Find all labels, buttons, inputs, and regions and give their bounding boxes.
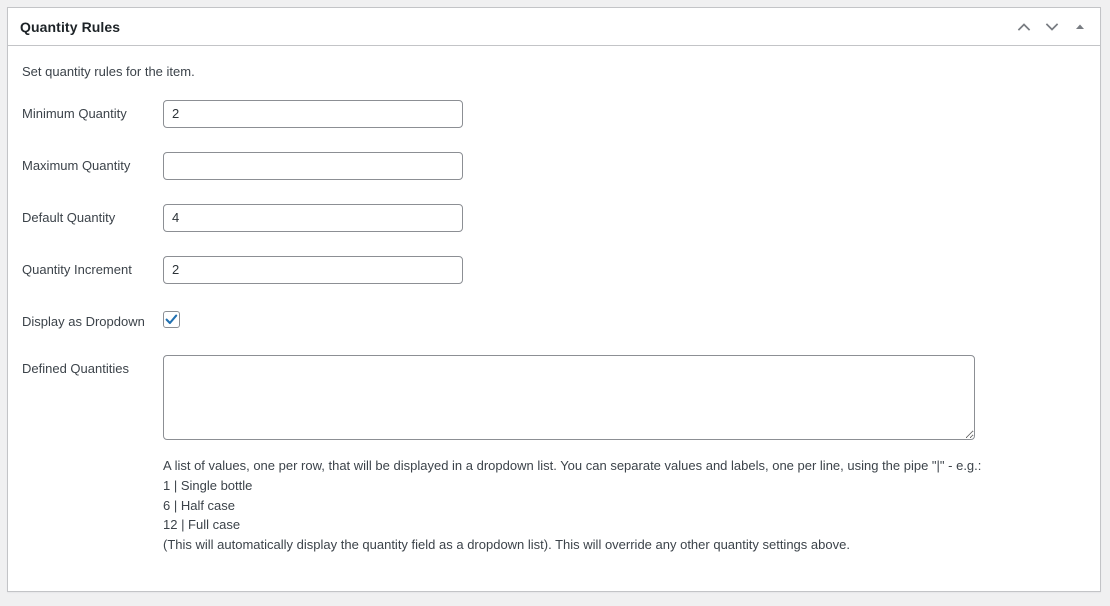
quantity-rules-panel: Quantity Rules Set quantity rules for th… — [7, 7, 1101, 592]
move-up-button[interactable] — [1010, 13, 1038, 41]
field-row-quantity-increment: Quantity Increment — [8, 255, 1100, 284]
minimum-quantity-label: Minimum Quantity — [22, 105, 127, 121]
quantity-increment-label: Quantity Increment — [22, 261, 132, 277]
help-line-1: A list of values, one per row, that will… — [163, 458, 982, 473]
page-title: Quantity Rules — [20, 18, 121, 35]
chevron-down-icon — [1043, 18, 1061, 36]
toggle-panel-button[interactable] — [1066, 13, 1094, 41]
help-line-2: 1 | Single bottle — [163, 477, 253, 493]
panel-intro-text: Set quantity rules for the item. — [22, 64, 195, 79]
panel-body: Set quantity rules for the item. Minimum… — [8, 46, 1100, 555]
quantity-rules-form: Minimum Quantity Maximum Quantity Defaul… — [8, 99, 1100, 555]
help-line-3: 6 | Half case — [163, 497, 236, 513]
field-row-default-quantity: Default Quantity — [8, 203, 1100, 232]
display-as-dropdown-label: Display as Dropdown — [22, 313, 145, 329]
default-quantity-label: Default Quantity — [22, 209, 116, 225]
quantity-increment-input[interactable] — [163, 255, 463, 284]
move-down-button[interactable] — [1038, 13, 1066, 41]
defined-quantities-textarea[interactable] — [163, 355, 975, 440]
help-line-5: (This will automatically display the qua… — [163, 537, 850, 552]
maximum-quantity-label: Maximum Quantity — [22, 157, 131, 173]
maximum-quantity-input[interactable] — [163, 151, 463, 180]
panel-header: Quantity Rules — [8, 8, 1100, 46]
field-row-defined-quantities: Defined Quantities A list of values, one… — [8, 355, 1100, 555]
minimum-quantity-input[interactable] — [163, 99, 463, 128]
defined-quantities-label: Defined Quantities — [22, 361, 129, 376]
field-row-minimum-quantity: Minimum Quantity — [8, 99, 1100, 128]
field-row-maximum-quantity: Maximum Quantity — [8, 151, 1100, 180]
panel-header-actions — [1010, 8, 1094, 46]
checkmark-icon — [164, 312, 179, 327]
display-as-dropdown-checkbox[interactable] — [163, 310, 180, 328]
triangle-up-icon — [1071, 18, 1089, 36]
default-quantity-input[interactable] — [163, 203, 463, 232]
defined-quantities-help-text: A list of values, one per row, that will… — [163, 456, 1100, 555]
field-row-display-as-dropdown: Display as Dropdown — [8, 308, 1100, 332]
chevron-up-icon — [1015, 18, 1033, 36]
help-line-4: 12 | Full case — [163, 517, 241, 533]
